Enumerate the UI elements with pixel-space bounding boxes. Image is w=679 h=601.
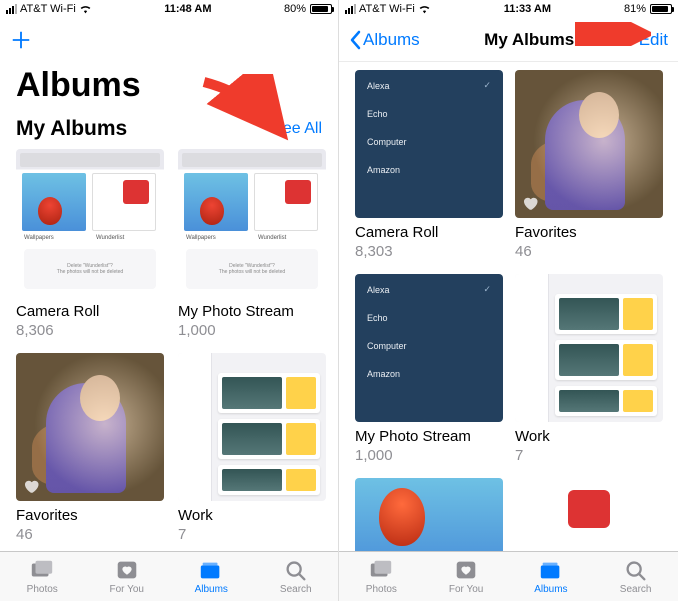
back-label: Albums [363,30,420,50]
album-name: My Photo Stream [355,428,503,445]
album-item[interactable]: Alexa✓ Echo Computer Amazon Camera Roll … [355,70,503,260]
carrier-label: AT&T Wi-Fi [359,3,415,15]
album-count: 7 [178,526,326,543]
nav-bar [0,18,338,62]
page-title: Albums [0,62,338,117]
album-thumbnail[interactable] [178,353,326,501]
album-thumbnail[interactable] [16,353,164,501]
add-button[interactable] [10,29,32,51]
tab-label: Search [280,584,312,595]
album-thumbnail[interactable] [515,274,663,422]
battery-icon [310,4,332,14]
album-name: Camera Roll [16,303,164,320]
album-item[interactable]: Alexa✓ Echo Computer Amazon My Photo Str… [355,274,503,464]
wifi-icon [418,4,431,14]
tab-for-you[interactable]: For You [424,552,509,601]
photos-tab-icon [29,558,55,582]
album-count: 46 [16,526,164,543]
album-count: 8,306 [16,322,164,339]
album-thumbnail[interactable]: Wallpapers Wunderlist Delete "Wunderlist… [16,149,164,297]
tab-label: Photos [366,584,397,595]
album-name: Favorites [515,224,663,241]
album-item[interactable]: Favorites 46 [16,353,164,543]
thumb-label: Wallpapers [186,235,216,241]
search-tab-icon [623,558,649,582]
album-thumbnail[interactable]: Alexa✓ Echo Computer Amazon [355,70,503,218]
album-thumbnail[interactable]: Alexa✓ Echo Computer Amazon [355,274,503,422]
wifi-icon [79,4,92,14]
tab-label: For You [110,584,144,595]
tab-label: For You [449,584,483,595]
chevron-left-icon [349,30,361,50]
nav-title: My Albums [484,30,574,50]
status-bar: AT&T Wi-Fi 11:48 AM 80% [0,0,338,18]
album-name: Camera Roll [355,224,503,241]
album-item[interactable]: Work 7 [515,274,663,464]
albums-tab-icon [538,558,564,582]
tab-label: Photos [27,584,58,595]
tab-label: Search [620,584,652,595]
album-count: 7 [515,447,663,464]
thumb-label: Wallpapers [24,235,54,241]
section-header: My Albums See All [0,117,338,147]
tab-label: Albums [534,584,567,595]
tab-photos[interactable]: Photos [339,552,424,601]
section-title: My Albums [16,117,127,141]
clock-label: 11:48 AM [164,3,211,15]
album-count: 1,000 [178,322,326,339]
tab-label: Albums [195,584,228,595]
tab-albums[interactable]: Albums [169,552,254,601]
signal-bars-icon [345,4,356,14]
back-button[interactable]: Albums [349,30,420,50]
album-name: Favorites [16,507,164,524]
album-item[interactable]: Work 7 [178,353,326,543]
album-count: 8,303 [355,243,503,260]
album-thumbnail[interactable]: Wallpapers Wunderlist Delete "Wunderlist… [178,149,326,297]
albums-tab-icon [198,558,224,582]
tab-search[interactable]: Search [593,552,678,601]
favorite-heart-icon [22,477,40,495]
album-item[interactable]: Favorites 46 [515,70,663,260]
clock-label: 11:33 AM [504,3,551,15]
album-row[interactable]: Favorites 46 Work 7 W [0,351,338,545]
thumb-label: Wunderlist [96,235,124,241]
tab-for-you[interactable]: For You [85,552,170,601]
tab-photos[interactable]: Photos [0,552,85,601]
tab-bar: Photos For You Albums Search [339,551,678,601]
album-name: Work [515,428,663,445]
album-count: 1,000 [355,447,503,464]
phone-my-albums: AT&T Wi-Fi 11:33 AM 81% Albums My Albums… [339,0,678,601]
for-you-tab-icon [114,558,140,582]
album-item[interactable]: Wallpapers Wunderlist Delete "Wunderlist… [178,149,326,339]
thumb-label: Wunderlist [258,235,286,241]
album-row[interactable]: Wallpapers Wunderlist Delete "Wunderlist… [0,147,338,341]
thumb-dialog: Delete "Wunderlist"? The photos will not… [24,249,156,289]
for-you-tab-icon [453,558,479,582]
see-all-link[interactable]: See All [272,120,322,138]
photos-tab-icon [368,558,394,582]
edit-button[interactable]: Edit [639,30,668,50]
tab-albums[interactable]: Albums [509,552,594,601]
tab-bar: Photos For You Albums Search [0,551,338,601]
favorite-heart-icon [521,194,539,212]
album-thumbnail[interactable] [515,70,663,218]
album-grid[interactable]: Alexa✓ Echo Computer Amazon Camera Roll … [339,62,678,578]
album-item[interactable]: Wallpapers Wunderlist Delete "Wunderlist… [16,149,164,339]
album-name: My Photo Stream [178,303,326,320]
battery-icon [650,4,672,14]
thumb-dialog: Delete "Wunderlist"? The photos will not… [186,249,318,289]
battery-percent: 80% [284,3,306,15]
search-tab-icon [283,558,309,582]
nav-bar: Albums My Albums Edit [339,18,678,62]
tab-search[interactable]: Search [254,552,339,601]
carrier-label: AT&T Wi-Fi [20,3,76,15]
status-bar: AT&T Wi-Fi 11:33 AM 81% [339,0,678,18]
album-count: 46 [515,243,663,260]
phone-albums-root: AT&T Wi-Fi 11:48 AM 80% Albums My Albums… [0,0,339,601]
album-name: Work [178,507,326,524]
signal-bars-icon [6,4,17,14]
battery-percent: 81% [624,3,646,15]
